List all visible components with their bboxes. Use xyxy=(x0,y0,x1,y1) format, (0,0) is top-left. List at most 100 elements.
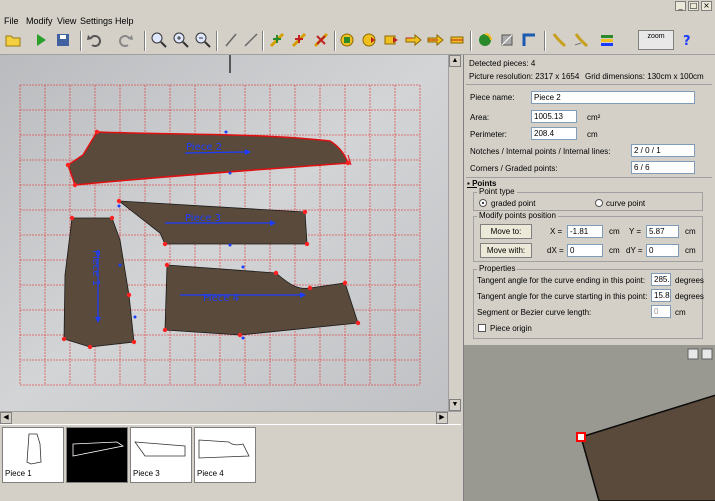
move-to-button[interactable]: Move to: xyxy=(480,224,532,239)
y-field[interactable]: 5.87 xyxy=(646,225,679,238)
close-button[interactable]: × xyxy=(701,1,712,11)
move-with-button[interactable]: Move with: xyxy=(480,243,532,258)
properties-panel: Detected pieces: 4 Picture resolution: 2… xyxy=(463,55,715,345)
zoom-in-icon[interactable] xyxy=(172,31,190,49)
modify-position-title: Modify points position xyxy=(477,211,558,220)
piece-name-field[interactable]: Piece 2 xyxy=(531,91,695,104)
piece-origin-checkbox[interactable] xyxy=(478,324,486,332)
corner-tool-icon[interactable] xyxy=(520,31,538,49)
graded-point-label: graded point xyxy=(491,199,536,208)
add-notch-icon[interactable] xyxy=(290,31,308,49)
preview-down-icon[interactable] xyxy=(701,348,713,360)
piece-export-icon[interactable] xyxy=(382,31,400,49)
pieces-strip: Piece 1 Piece 2 Piece 3 Piece 4 xyxy=(0,424,461,501)
piece-origin-label: Piece origin xyxy=(490,324,532,333)
svg-text:?: ? xyxy=(683,34,691,49)
menu-settings[interactable]: Settings xyxy=(80,16,113,26)
thumbnail-piece-3[interactable]: Piece 3 xyxy=(130,427,192,483)
dx-unit: cm xyxy=(609,246,620,255)
scroll-right-arrow-icon[interactable]: ▶ xyxy=(436,412,448,424)
help-icon[interactable]: ? xyxy=(680,31,698,49)
pattern-canvas[interactable]: Piece 2 Piece 3 Piece 4 Piece 1 xyxy=(0,55,461,411)
canvas-horizontal-scrollbar[interactable]: ◀ ▶ xyxy=(0,411,461,424)
redo-icon[interactable] xyxy=(116,31,134,49)
open-folder-icon[interactable] xyxy=(4,31,22,49)
minimize-button[interactable]: _ xyxy=(675,1,686,11)
menu-file[interactable]: File xyxy=(4,16,19,26)
zoom-out-icon[interactable] xyxy=(194,31,212,49)
graded-point-radio[interactable] xyxy=(479,199,487,207)
zoom-preview[interactable] xyxy=(464,345,715,501)
thumbnail-shape xyxy=(134,441,186,457)
menu-modify[interactable]: Modify xyxy=(26,16,53,26)
area-unit: cm² xyxy=(587,113,601,122)
arrow-double-icon[interactable] xyxy=(426,31,444,49)
dx-field[interactable]: 0 xyxy=(567,244,603,257)
thumbnail-label: Piece 1 xyxy=(5,469,32,478)
canvas-drawing[interactable]: Piece 2 Piece 3 Piece 4 Piece 1 xyxy=(0,55,448,411)
canvas-label-piece-1: Piece 1 xyxy=(90,250,101,286)
mirror-piece-icon[interactable] xyxy=(498,31,516,49)
dy-field[interactable]: 0 xyxy=(646,244,679,257)
preview-up-icon[interactable] xyxy=(687,348,699,360)
arrow-right-icon[interactable] xyxy=(404,31,422,49)
toolbar-separator xyxy=(470,31,472,51)
zoom-search-icon[interactable] xyxy=(150,31,168,49)
area-field[interactable]: 1005.13 xyxy=(531,110,577,123)
curve-point-radio[interactable] xyxy=(595,199,603,207)
maximize-button[interactable]: □ xyxy=(688,1,699,11)
thumbnail-piece-1[interactable]: Piece 1 xyxy=(2,427,64,483)
select-pointer-icon[interactable] xyxy=(222,31,240,49)
menu-bar: File Modify View Settings Help xyxy=(0,14,715,27)
layer-options-icon[interactable] xyxy=(598,31,616,49)
segment-length-label: Segment or Bezier curve length: xyxy=(477,308,592,317)
thumbnail-label: Piece 4 xyxy=(197,469,224,478)
x-label: X = xyxy=(550,227,563,236)
undo-icon[interactable] xyxy=(86,31,104,49)
segment-length-field[interactable]: 0 xyxy=(651,305,671,318)
grid-dimensions-text: Grid dimensions: 130cm x 100cm xyxy=(585,72,704,81)
thumbnail-shape xyxy=(198,439,250,459)
point-type-title: Point type xyxy=(477,187,517,196)
dy-label: dY = xyxy=(626,246,643,255)
selected-point-marker[interactable] xyxy=(576,432,586,442)
y-unit: cm xyxy=(685,227,696,236)
play-icon[interactable] xyxy=(32,31,50,49)
curve-point-label: curve point xyxy=(606,199,646,208)
title-bar: _ □ × xyxy=(0,0,715,14)
cut-tool-icon[interactable] xyxy=(572,31,590,49)
toolbar-separator xyxy=(216,31,218,51)
scroll-down-arrow-icon[interactable]: ▼ xyxy=(449,399,461,411)
menu-view[interactable]: View xyxy=(57,16,76,26)
thumbnail-piece-4[interactable]: Piece 4 xyxy=(194,427,256,483)
perimeter-field[interactable]: 208.4 xyxy=(531,127,577,140)
align-icon[interactable] xyxy=(448,31,466,49)
tangent-start-field[interactable]: 15.88 xyxy=(651,289,671,302)
zoom-preview-pane[interactable] xyxy=(463,345,715,501)
delete-point-icon[interactable] xyxy=(312,31,330,49)
toolbar-separator xyxy=(262,31,264,51)
x-field[interactable]: -1.81 xyxy=(567,225,603,238)
tangent-end-field[interactable]: 285.2 xyxy=(651,273,671,286)
menu-help[interactable]: Help xyxy=(115,16,134,26)
thumbnail-shape xyxy=(72,441,125,457)
line-tool-icon[interactable] xyxy=(242,31,260,49)
canvas-vertical-scrollbar[interactable]: ▲ ▼ xyxy=(448,55,461,411)
thumbnail-piece-2[interactable]: Piece 2 xyxy=(66,427,128,483)
tangent-end-unit: degrees xyxy=(675,276,704,285)
detected-pieces-text: Detected pieces: 4 xyxy=(469,59,536,68)
add-point-icon[interactable] xyxy=(268,31,286,49)
zoom-control[interactable]: zoom xyxy=(638,30,674,50)
corners-field[interactable]: 6 / 6 xyxy=(631,161,695,174)
scroll-up-arrow-icon[interactable]: ▲ xyxy=(449,55,461,67)
scroll-left-arrow-icon[interactable]: ◀ xyxy=(0,412,12,424)
scissors-icon[interactable] xyxy=(550,31,568,49)
dy-unit: cm xyxy=(685,246,696,255)
save-icon[interactable] xyxy=(54,31,72,49)
piece-move-icon[interactable] xyxy=(360,31,378,49)
rotate-piece-icon[interactable] xyxy=(476,31,494,49)
toolbar-separator xyxy=(80,31,82,51)
notches-field[interactable]: 2 / 0 / 1 xyxy=(631,144,695,157)
x-unit: cm xyxy=(609,227,620,236)
piece-settings-icon[interactable] xyxy=(338,31,356,49)
